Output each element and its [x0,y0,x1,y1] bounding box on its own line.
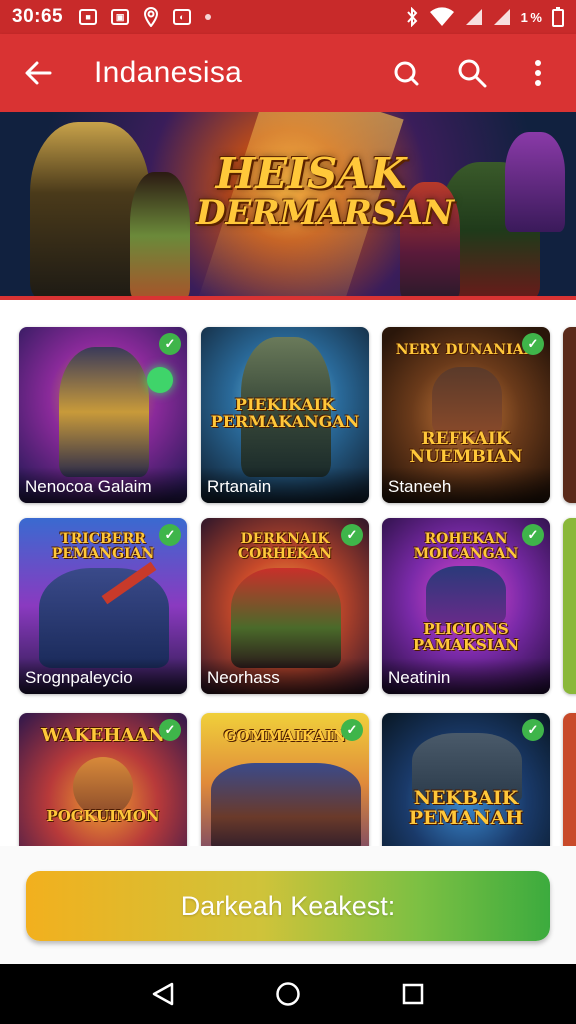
signal-2-icon [493,9,510,25]
game-art-text: PIEKIKAIK PERMAKANGAN [210,395,360,431]
game-card[interactable]: PIEKIKAIK PERMAKANGAN Rrtanain [201,327,369,503]
game-card-peek[interactable] [563,713,576,846]
message-notification-icon: ■ [79,9,98,25]
game-art-top-text: TRICBERR PEMANGIAN [51,531,155,562]
system-icons: 1 % [405,7,564,27]
gallery-notification-icon: ▣ [111,9,130,25]
game-title: Srognpaleycio [19,658,187,694]
game-art-text: POGKUIMON [46,807,160,825]
game-card[interactable]: NEKBAIK PEMANAH ✓ [382,713,550,846]
game-card[interactable]: TRICBERR PEMANGIAN ✓ Srognpaleycio [19,518,187,694]
wifi-icon [429,7,454,27]
more-vert-icon [535,60,541,86]
game-art-top-text: ROHEKAN MOICANGAN [413,531,519,562]
game-card[interactable]: WAKEHAAN POGKUIMON ✓ [19,713,187,846]
game-card-peek[interactable] [563,327,576,503]
featured-banner[interactable]: HEISAK DERMARSAN [0,112,576,300]
primary-action-button[interactable]: Darkeah Keakest: [26,871,550,941]
battery-icon [552,7,564,27]
game-art-top-text: NERY DUNANIAN [395,342,537,358]
back-button[interactable] [18,53,58,93]
game-art-text: REFKAIK NUEMBIAN [409,429,523,467]
search-icon [458,59,487,88]
refresh-search-icon [394,61,419,86]
page-title: Indanesisa [94,56,243,89]
game-title: Staneeh [382,467,550,503]
battery-level: 1 % [520,9,542,25]
home-circle-icon [276,982,300,1006]
game-card[interactable]: DERKNAIK CORHEKAN ✓ Neorhass [201,518,369,694]
bottom-panel: Darkeah Keakest: [0,846,576,964]
signal-icon [465,9,482,25]
nav-back-button[interactable] [143,974,183,1014]
game-card[interactable]: ROHEKAN MOICANGAN PLICIONS PAMAKSIAN ✓ N… [382,518,550,694]
game-art-top-text: DERKNAIK CORHEKAN [237,531,333,562]
refresh-search-button[interactable] [386,53,426,93]
banner-hero-archer [130,172,190,296]
game-title: Nenocoa Galaim [19,467,187,503]
nav-recents-button[interactable] [393,974,433,1014]
banner-title: HEISAK DERMARSAN [196,149,454,234]
game-title: Rrtanain [201,467,369,503]
app-bar: Indanesisa [0,34,576,112]
app-bar-actions [386,53,558,93]
status-bar: 30:65 ■ ▣ ◐ 1 % [0,0,576,34]
game-grid: ✓ Nenocoa Galaim PIEKIKAIK PERMAKANGAN R… [0,300,576,846]
check-icon: ✓ [522,719,544,741]
game-art-top-text: GOMMAIKAIN [223,727,347,745]
check-icon: ✓ [522,524,544,546]
recents-square-icon [403,983,424,1005]
back-triangle-icon [152,982,173,1006]
check-icon: ✓ [341,719,363,741]
nav-home-button[interactable] [268,974,308,1014]
game-art-text: PLICIONS PAMAKSIAN [412,620,520,654]
app-notification-icon: ◐ [173,9,192,25]
check-icon: ✓ [341,524,363,546]
game-card-peek[interactable] [563,518,576,694]
game-art-text: NEKBAIK PEMANAH [408,787,524,829]
check-icon: ✓ [159,719,181,741]
location-icon [144,7,159,27]
game-card[interactable]: GOMMAIKAIN ✓ [201,713,369,846]
game-card[interactable]: ✓ Nenocoa Galaim [19,327,187,503]
check-icon: ✓ [159,333,181,355]
check-icon: ✓ [522,333,544,355]
bluetooth-icon [406,7,417,27]
banner-hero-sorceress [505,132,565,232]
status-time: 30:65 [12,6,64,27]
system-nav-bar [0,964,576,1024]
game-card[interactable]: NERY DUNANIAN REFKAIK NUEMBIAN ✓ Staneeh [382,327,550,503]
check-icon: ✓ [159,524,181,546]
more-options-button[interactable] [518,53,558,93]
search-button[interactable] [452,53,492,93]
arrow-left-icon [25,61,52,85]
notification-icons: ■ ▣ ◐ [79,7,212,27]
game-title: Neorhass [201,658,369,694]
game-art-top-text: WAKEHAAN [41,725,165,746]
game-title: Neatinin [382,658,550,694]
more-notifications-icon [205,14,212,20]
